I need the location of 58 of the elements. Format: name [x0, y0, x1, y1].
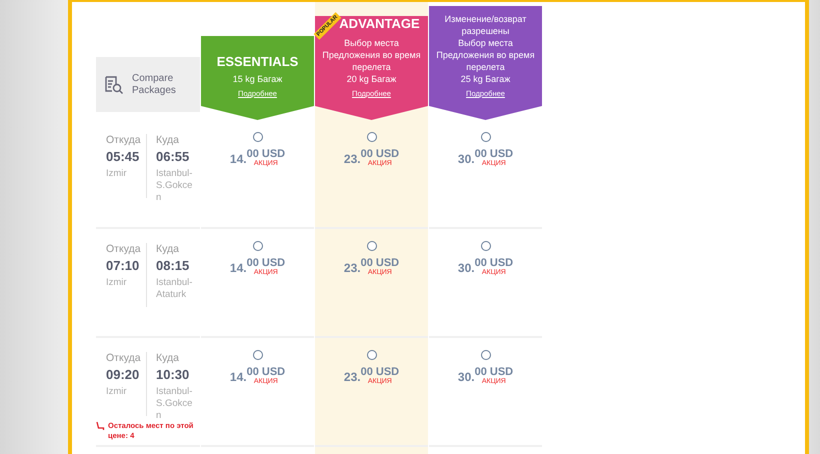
price-fraction: 00 USD — [474, 257, 514, 269]
package-feature: 20 kg Багаж — [346, 73, 396, 85]
price-fraction: 00 USD — [246, 366, 286, 378]
departure-time: 07:10 — [106, 258, 140, 273]
to-label: Куда — [156, 352, 180, 364]
price-fraction: 00 USD — [246, 148, 286, 160]
arrival-city: Istanbul-S.Gokcen — [156, 168, 194, 204]
from-label: Откуда — [106, 243, 142, 255]
from-label: Откуда — [106, 352, 142, 364]
price-whole: 23. — [344, 370, 361, 384]
price-fraction: 00 USD — [360, 257, 400, 269]
price-fraction: 00 USD — [474, 366, 514, 378]
departure-city: Izmir — [106, 168, 128, 180]
to-label: Куда — [156, 134, 180, 146]
package-title: ADVANTAGE — [339, 16, 420, 31]
price-whole: 30. — [458, 370, 475, 384]
price-whole: 30. — [458, 261, 475, 275]
fare-radio[interactable] — [252, 350, 262, 360]
package-feature: Предложения во время перелета — [435, 49, 536, 73]
seat-icon — [96, 421, 105, 431]
package-feature: Выбор места — [344, 37, 399, 49]
fare-radio[interactable] — [252, 241, 262, 251]
price-fraction: 00 USD — [360, 366, 400, 378]
departure-city: Izmir — [106, 277, 128, 289]
departure-city: Izmir — [106, 386, 128, 398]
package-title: ESSENTIALS — [216, 53, 298, 69]
price-whole: 30. — [458, 152, 475, 166]
arrival-city: Istanbul-S.Gokcen — [156, 386, 194, 422]
package-feature: Предложения во время перелета — [321, 49, 422, 73]
package-feature: Изменение/возврат разрешены — [444, 13, 528, 37]
price-fraction: 00 USD — [246, 257, 286, 269]
price-whole: 23. — [344, 152, 361, 166]
package-feature: 15 kg Багаж — [232, 73, 282, 85]
departure-time: 09:20 — [106, 367, 140, 382]
compare-packages-button[interactable]: Compare Packages — [96, 57, 200, 112]
fare-radio[interactable] — [366, 132, 376, 142]
from-label: Откуда — [106, 134, 142, 146]
to-label: Куда — [156, 243, 180, 255]
fare-radio[interactable] — [366, 350, 376, 360]
arrival-time: 08:15 — [156, 258, 190, 273]
departure-time: 05:45 — [106, 149, 140, 164]
fare-radio[interactable] — [480, 241, 490, 251]
fare-radio[interactable] — [366, 241, 376, 251]
package-feature: 25 kg Багаж — [460, 73, 510, 85]
price-whole: 14. — [230, 152, 247, 166]
fare-radio[interactable] — [480, 132, 490, 142]
price-fraction: 00 USD — [474, 148, 514, 160]
arrival-time: 10:30 — [156, 367, 190, 382]
fare-radio[interactable] — [252, 132, 262, 142]
price-whole: 14. — [230, 261, 247, 275]
arrival-time: 06:55 — [156, 149, 190, 164]
price-whole: 23. — [344, 261, 361, 275]
fare-radio[interactable] — [480, 350, 490, 360]
document-search-icon — [104, 74, 124, 94]
package-feature: Выбор места — [458, 37, 513, 49]
arrival-city: Istanbul-Ataturk — [156, 277, 194, 301]
price-fraction: 00 USD — [360, 148, 400, 160]
price-whole: 14. — [230, 370, 247, 384]
